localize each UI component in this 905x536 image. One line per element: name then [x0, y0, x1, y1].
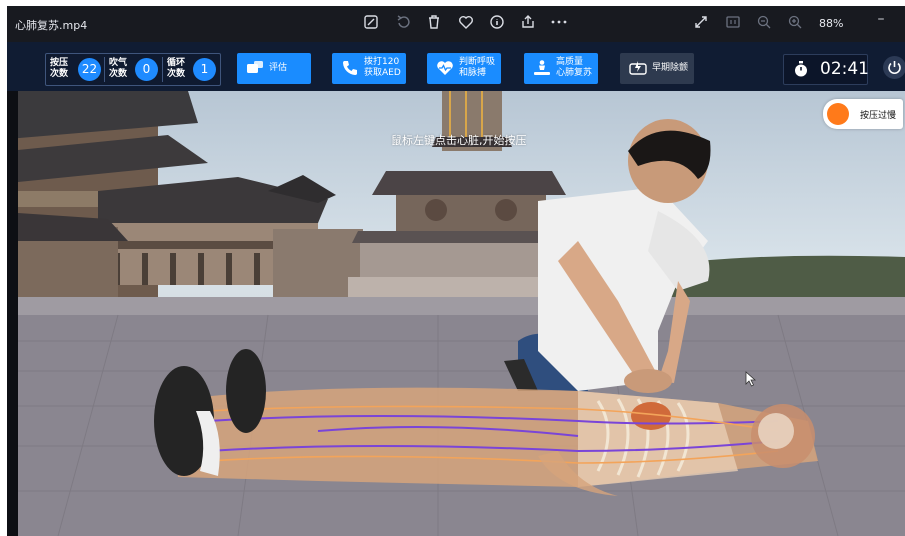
- timer-value: 02:41: [820, 59, 869, 79]
- high-quality-cpr-label: 高质量 心肺复苏: [556, 57, 592, 79]
- scene-illustration: [18, 91, 905, 536]
- call-120-line2: 获取AED: [364, 68, 401, 78]
- info-icon[interactable]: [487, 14, 507, 34]
- high-quality-cpr-line2: 心肺复苏: [556, 68, 593, 78]
- compression-count-value: 22: [78, 58, 101, 81]
- defibrillator-icon: [629, 59, 647, 77]
- zoom-in-icon[interactable]: [785, 14, 805, 34]
- favorite-icon[interactable]: [456, 14, 476, 34]
- viewer-title-bar: 心肺复苏.mp4 88% –: [7, 6, 905, 42]
- video-viewer-window: 心肺复苏.mp4 88% – 按压 次数 22 吹气 次数 0 循环 次数 1 …: [7, 6, 905, 536]
- call-120-button[interactable]: 拨打120 获取AED: [332, 53, 406, 84]
- compression-speed-indicator: 按压过慢: [823, 99, 903, 129]
- breath-count-label: 吹气 次数: [109, 58, 128, 79]
- simulation-scene[interactable]: 鼠标左键点击心脏,开始按压 按压过慢: [18, 91, 905, 536]
- cycle-count-value: 1: [193, 58, 216, 81]
- speed-status-label: 按压过慢: [860, 111, 897, 121]
- check-breathing-line2: 和脉搏: [459, 68, 487, 78]
- more-icon[interactable]: [549, 14, 569, 34]
- power-button[interactable]: [883, 56, 905, 79]
- rotate-icon[interactable]: [393, 14, 413, 34]
- palace-building: [18, 91, 363, 299]
- counter-panel: 按压 次数 22 吹气 次数 0 循环 次数 1: [45, 53, 221, 86]
- expand-icon[interactable]: [691, 14, 711, 34]
- compression-count-label: 按压 次数: [50, 58, 69, 79]
- power-icon: [888, 61, 901, 75]
- zoom-level: 88%: [819, 17, 844, 30]
- stopwatch-icon: [792, 60, 810, 82]
- cpr-icon: [533, 59, 551, 77]
- call-120-line1: 拨打120: [364, 57, 400, 67]
- fit-icon[interactable]: [723, 14, 743, 34]
- file-name: 心肺复苏.mp4: [15, 19, 88, 32]
- high-quality-cpr-line1: 高质量: [556, 57, 584, 67]
- compression-counter: 按压 次数 22: [46, 54, 104, 85]
- rescuer-hands: [624, 369, 672, 393]
- early-defibrillation-label: 早期除颤: [652, 63, 689, 73]
- zoom-out-icon[interactable]: [754, 14, 774, 34]
- cycle-counter: 循环 次数 1: [163, 54, 220, 85]
- session-timer: 02:41: [783, 54, 869, 85]
- phone-icon: [341, 59, 359, 77]
- high-quality-cpr-button[interactable]: 高质量 心肺复苏: [524, 53, 598, 84]
- instruction-text: 鼠标左键点击心脏,开始按压: [391, 134, 527, 147]
- evaluate-icon: [246, 59, 264, 77]
- cycle-count-label: 循环 次数: [167, 58, 186, 79]
- speed-status-dot: [827, 103, 849, 125]
- call-120-label: 拨打120 获取AED: [364, 57, 401, 79]
- minimize-icon[interactable]: –: [873, 11, 889, 27]
- evaluate-button[interactable]: 评估: [237, 53, 311, 84]
- edit-icon[interactable]: [361, 14, 381, 34]
- breath-count-value: 0: [135, 58, 158, 81]
- delete-icon[interactable]: [424, 14, 444, 34]
- check-breathing-label: 判断呼吸 和脉搏: [459, 57, 495, 79]
- cpr-toolbar: 按压 次数 22 吹气 次数 0 循环 次数 1 评估 拨打120 获取AED …: [7, 42, 905, 91]
- early-defibrillation-button[interactable]: 早期除颤: [620, 53, 694, 84]
- check-breathing-line1: 判断呼吸: [459, 57, 496, 67]
- breath-counter: 吹气 次数 0: [105, 54, 162, 85]
- plaza-steps: [18, 297, 905, 315]
- evaluate-label: 评估: [269, 63, 288, 73]
- heart-pulse-icon: [436, 59, 454, 77]
- check-breathing-button[interactable]: 判断呼吸 和脉搏: [427, 53, 501, 84]
- share-icon[interactable]: [518, 14, 538, 34]
